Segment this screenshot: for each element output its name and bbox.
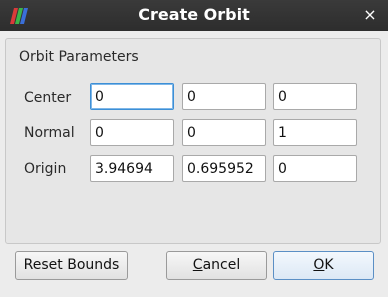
normal-x-field[interactable]	[90, 119, 174, 146]
window-title: Create Orbit	[138, 5, 250, 24]
center-x-field[interactable]	[90, 83, 174, 110]
origin-y-field[interactable]	[182, 155, 266, 182]
group-title: Orbit Parameters	[19, 49, 139, 65]
cancel-mnemonic: C	[192, 257, 203, 273]
reset-bounds-button[interactable]: Reset Bounds	[15, 251, 128, 280]
normal-z-field[interactable]	[273, 119, 357, 146]
close-icon[interactable]: ×	[362, 6, 378, 24]
normal-y-field[interactable]	[182, 119, 266, 146]
center-z-field[interactable]	[273, 83, 357, 110]
ok-mnemonic: O	[313, 257, 325, 273]
title-bar[interactable]: Create Orbit ×	[0, 0, 388, 31]
origin-z-field[interactable]	[273, 155, 357, 182]
normal-label: Normal	[24, 125, 75, 141]
cancel-label: ancel	[202, 257, 241, 273]
center-label: Center	[24, 90, 72, 106]
origin-label: Origin	[24, 161, 67, 177]
cancel-button[interactable]: Cancel	[166, 251, 267, 280]
center-y-field[interactable]	[182, 83, 266, 110]
create-orbit-dialog: Create Orbit × Orbit Parameters Center N…	[0, 0, 388, 297]
ok-label: K	[324, 257, 334, 273]
origin-x-field[interactable]	[90, 155, 174, 182]
ok-button[interactable]: OK	[273, 251, 374, 280]
